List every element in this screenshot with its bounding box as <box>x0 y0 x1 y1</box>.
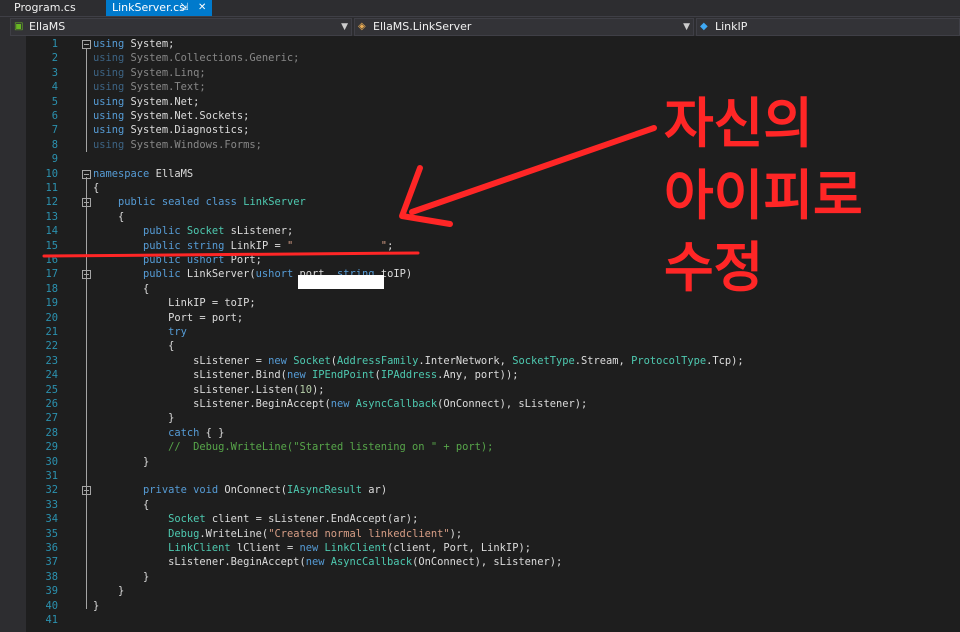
annotation-arrow-head <box>399 165 453 227</box>
annotation-text: 자신의 아이피로 수정 <box>664 88 863 304</box>
annotation-underline <box>42 251 420 258</box>
annotation-line: 아이피로 <box>664 164 863 227</box>
annotation-line: 자신의 <box>664 92 814 155</box>
annotation-arrow <box>409 125 657 215</box>
annotation-line: 수정 <box>664 236 764 299</box>
